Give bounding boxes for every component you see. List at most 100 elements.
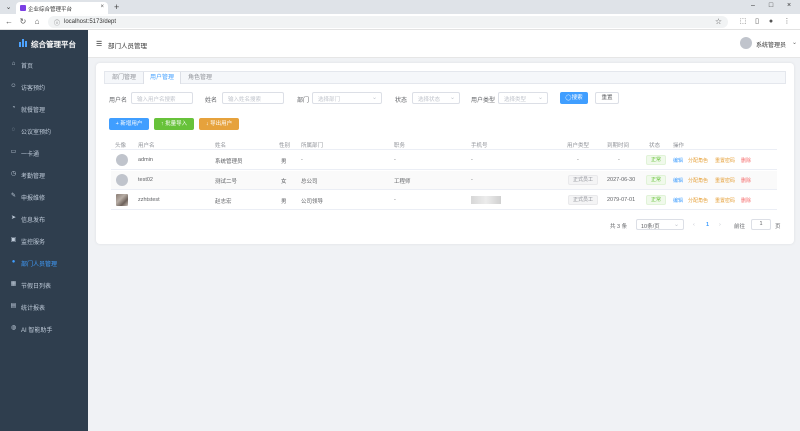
edit-button[interactable]: 编辑 — [673, 157, 683, 164]
site-info-icon[interactable]: ⓘ — [54, 18, 60, 27]
card-icon: ▭ — [10, 149, 17, 155]
user-name[interactable]: 系统管理员 — [756, 40, 786, 49]
delete-button[interactable]: 删除 — [741, 177, 751, 184]
cell-username: admin — [138, 157, 153, 163]
sidebar-item-label: 部门人员管理 — [21, 262, 58, 268]
minimize-icon[interactable]: – — [748, 2, 758, 9]
profile-icon[interactable]: ● — [766, 17, 776, 27]
page-size-select[interactable]: 10条/页 ⌄ — [636, 219, 684, 230]
sidebar-item-label: AI 智能助手 — [21, 328, 53, 334]
url-text: localhost:5173/dept — [64, 19, 117, 25]
logo-icon — [19, 39, 27, 47]
menu-toggle-icon[interactable]: ☰ — [96, 40, 102, 48]
close-tab-icon[interactable]: × — [100, 4, 104, 10]
next-page-icon[interactable]: › — [719, 222, 721, 228]
browser-tab[interactable]: 企业综合管理平台 × — [16, 2, 108, 14]
reset-password-button[interactable]: 重置密码 — [715, 197, 735, 204]
assign-role-button[interactable]: 分配角色 — [688, 157, 708, 164]
top-header: ☰ 部门人员管理 系统管理员 ⌄ — [88, 30, 800, 58]
user-icon: ☺ — [10, 83, 17, 89]
cell-expire: 2027-06-30 — [607, 177, 636, 183]
sidebar-item-publish[interactable]: ➤ 信息发布 — [0, 208, 88, 230]
sidebar-item-ai[interactable]: ◍ AI 智能助手 — [0, 318, 88, 340]
split-screen-icon[interactable]: ▯ — [752, 17, 762, 27]
delete-button[interactable]: 删除 — [741, 197, 751, 204]
status-label: 状态 — [395, 98, 408, 104]
new-tab-icon[interactable]: + — [114, 2, 119, 12]
cell-position: 工程师 — [394, 179, 411, 185]
dept-select[interactable]: 选择部门 ⌄ — [312, 92, 382, 104]
sidebar-item-label: 就餐管理 — [21, 108, 46, 114]
sidebar-item-label: 监控服务 — [21, 240, 46, 246]
sidebar-item-dept-users[interactable]: ● 部门人员管理 — [0, 252, 88, 274]
col-position: 职务 — [394, 143, 406, 149]
url-field[interactable]: ⓘ localhost:5173/dept ☆ — [48, 16, 728, 28]
close-window-icon[interactable]: × — [784, 2, 794, 9]
table-row: test02 测试二号 女 总公司 工程师 - 正式员工 2027-06-30 … — [111, 171, 777, 190]
sidebar-item-repair[interactable]: ✎ 申报维修 — [0, 186, 88, 208]
cell-user-type: - — [577, 157, 579, 163]
page-size-value: 10条/页 — [641, 224, 660, 230]
reload-icon[interactable]: ↻ — [18, 17, 28, 27]
assign-role-button[interactable]: 分配角色 — [688, 177, 708, 184]
add-user-button[interactable]: + 新增用户 — [109, 118, 149, 130]
name-search-input[interactable]: 输入姓名搜索 — [222, 92, 284, 104]
bookmark-star-icon[interactable]: ☆ — [715, 17, 722, 26]
chevron-down-icon: ⌄ — [371, 95, 377, 101]
delete-button[interactable]: 删除 — [741, 157, 751, 164]
goto-page-input[interactable]: 1 — [751, 219, 771, 230]
tab-roles[interactable]: 角色管理 — [181, 72, 219, 84]
sidebar-item-attendance[interactable]: ◷ 考勤管理 — [0, 164, 88, 186]
prev-page-icon[interactable]: ‹ — [693, 222, 695, 228]
reset-password-button[interactable]: 重置密码 — [715, 177, 735, 184]
sidebar-item-holidays[interactable]: ▦ 节假日列表 — [0, 274, 88, 296]
home-browser-icon[interactable]: ⌂ — [32, 17, 42, 27]
tab-dept[interactable]: 部门管理 — [105, 72, 143, 84]
sidebar-item-label: 首页 — [21, 64, 34, 70]
extensions-icon[interactable]: ⬚ — [738, 17, 748, 27]
sidebar-item-label: 申报维修 — [21, 196, 46, 202]
sidebar-item-reports[interactable]: ▤ 统计报表 — [0, 296, 88, 318]
home-icon: ⌂ — [11, 61, 16, 67]
wrench-icon: ✎ — [10, 193, 17, 199]
user-type-label: 用户类型 — [471, 98, 496, 104]
sidebar-item-meeting[interactable]: ◌ 公议室预约 — [0, 120, 88, 142]
sidebar-item-label: 节假日列表 — [21, 284, 52, 290]
page-number[interactable]: 1 — [706, 222, 709, 228]
username-search-input[interactable]: 输入用户名搜索 — [131, 92, 193, 104]
chevron-down-icon[interactable]: ⌄ — [792, 39, 797, 46]
batch-import-button[interactable]: ↑ 批量导入 — [154, 118, 194, 130]
status-badge: 正常 — [646, 195, 667, 205]
avatar — [116, 174, 128, 186]
cell-name: 赵志宏 — [215, 199, 232, 205]
status-select[interactable]: 选择状态 ⌄ — [412, 92, 460, 104]
browser-menu-icon[interactable]: ⋮ — [782, 17, 792, 27]
tab-users[interactable]: 用户管理 — [143, 72, 181, 84]
reset-button[interactable]: 重置 — [595, 92, 619, 104]
sidebar-item-monitor[interactable]: ▣ 监控服务 — [0, 230, 88, 252]
user-avatar[interactable] — [740, 37, 752, 49]
edit-button[interactable]: 编辑 — [673, 197, 683, 204]
name-label: 姓名 — [205, 98, 218, 104]
sidebar-item-label: 考勤管理 — [21, 174, 46, 180]
col-dept: 所属部门 — [301, 143, 324, 149]
cell-phone: - — [471, 177, 473, 183]
sidebar-item-dining[interactable]: ◔ 就餐管理 — [0, 98, 88, 120]
col-status: 状态 — [649, 143, 661, 149]
search-button[interactable]: ◯搜索 — [560, 92, 588, 104]
sidebar-item-card[interactable]: ▭ 一卡通 — [0, 142, 88, 164]
sidebar-item-home[interactable]: ⌂ 首页 — [0, 54, 88, 76]
maximize-icon[interactable]: □ — [766, 2, 776, 9]
export-users-button[interactable]: ↓ 导出用户 — [199, 118, 239, 130]
reset-password-button[interactable]: 重置密码 — [715, 157, 735, 164]
edit-button[interactable]: 编辑 — [673, 177, 683, 184]
cell-dept: - — [301, 157, 303, 163]
user-type-select[interactable]: 选择类型 ⌄ — [498, 92, 548, 104]
cell-position: - — [394, 157, 396, 163]
sidebar-item-label: 统计报表 — [21, 306, 46, 312]
assign-role-button[interactable]: 分配角色 — [688, 197, 708, 204]
back-icon[interactable]: ← — [4, 17, 14, 27]
tab-list-icon[interactable]: ⌄ — [4, 3, 13, 12]
monitor-icon: ▣ — [10, 237, 17, 243]
sidebar-item-visitor[interactable]: ☺ 访客预约 — [0, 76, 88, 98]
